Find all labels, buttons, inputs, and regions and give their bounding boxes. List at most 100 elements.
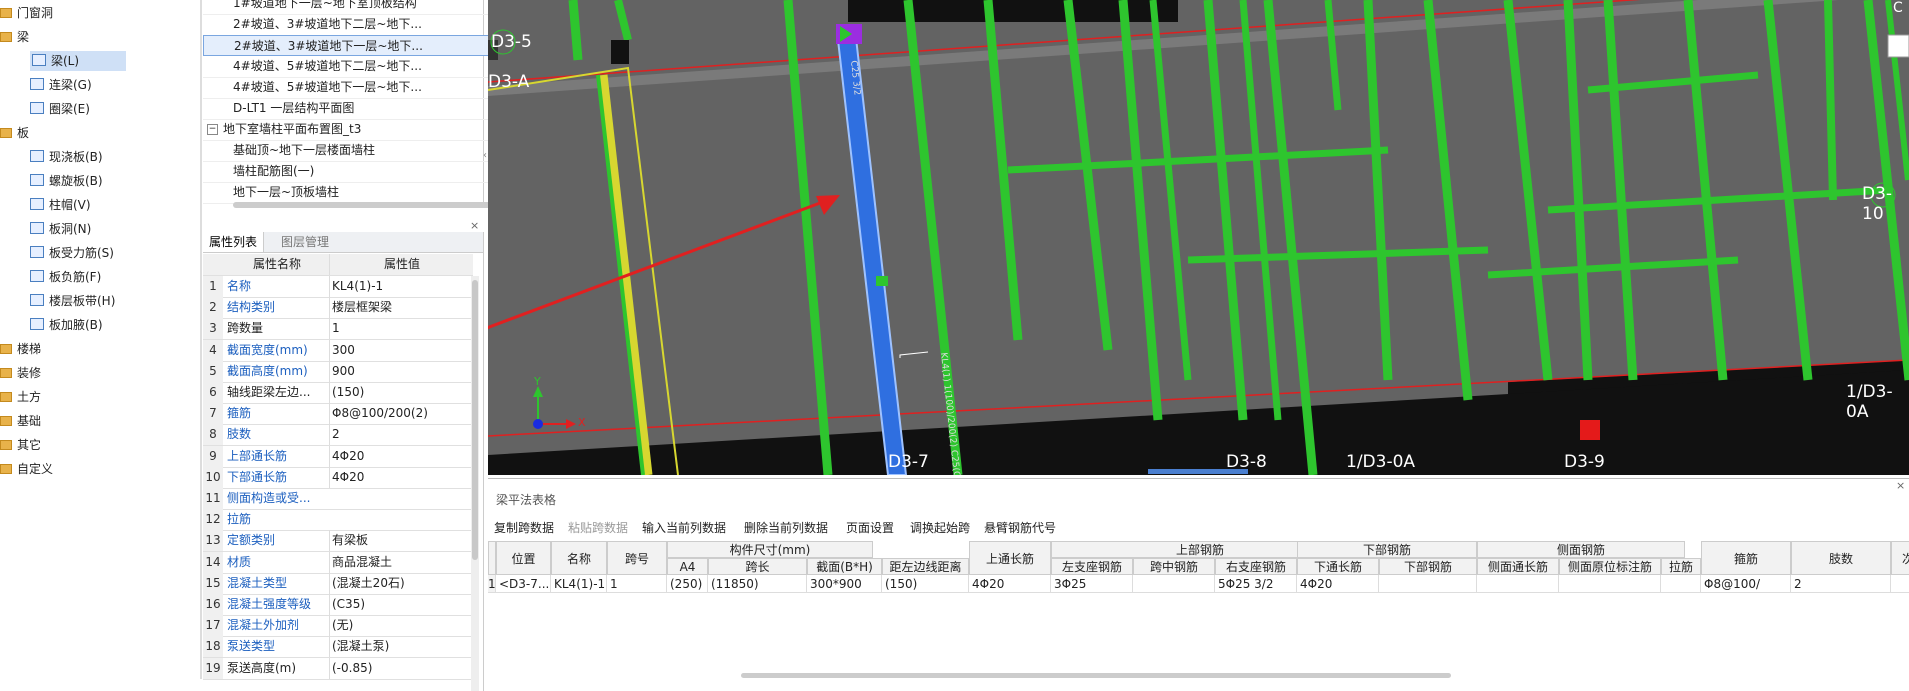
tree-folder[interactable]: 基础 [0,411,41,431]
cell-section[interactable]: 300*900 [807,575,882,593]
tree-item[interactable]: 梁(L) [30,51,126,71]
toolbar-button[interactable]: 删除当前列数据 [744,519,828,536]
property-value[interactable]: 1 [329,318,472,340]
toolbar-button[interactable]: 复制跨数据 [494,519,554,536]
toolbar-button[interactable]: 输入当前列数据 [642,519,726,536]
property-row[interactable]: 15 混凝土类型 (混凝土20石) [203,572,473,595]
property-row[interactable]: 18 泵送类型 (混凝土泵) [203,636,473,659]
tree-item[interactable]: 现浇板(B) [30,147,103,167]
property-value[interactable]: 4Φ20 [329,466,472,488]
toolbar-button[interactable]: 调换起始跨 [910,519,970,536]
property-row[interactable]: 10 下部通长筋 4Φ20 [203,466,473,489]
cell-mid[interactable] [1133,575,1215,593]
beam-table-close-icon[interactable]: × [1896,479,1905,492]
property-row[interactable]: 17 混凝土外加剂 (无) [203,615,473,638]
property-value[interactable]: KL4(1)-1 [329,276,472,297]
tree-item[interactable]: 板负筋(F) [30,267,101,287]
property-row[interactable]: 12 拉筋 [203,509,473,532]
cell-tie[interactable] [1661,575,1701,593]
tree-item[interactable]: 螺旋板(B) [30,171,103,191]
property-row[interactable]: 19 泵送高度(m) (-0.85) [203,657,473,680]
toolbar-button[interactable]: 粘贴跨数据 [568,519,628,536]
tree-folder[interactable]: 土方 [0,387,41,407]
tree-folder[interactable]: 自定义 [0,459,53,479]
cell-legs[interactable]: 2 [1791,575,1891,593]
property-value[interactable]: (混凝土泵) [329,636,472,658]
tree-item[interactable]: 板加腋(B) [30,315,103,335]
cell-sub-beam[interactable] [1891,575,1909,593]
property-scrollbar[interactable] [471,276,479,691]
tree-folder[interactable]: 其它 [0,435,41,455]
tree-folder[interactable]: 门窗洞 [0,3,53,23]
cell-edge-dist[interactable]: (150) [882,575,969,593]
cell-right-seat[interactable]: 5Φ25 3/2 [1215,575,1297,593]
row-number: 7 [203,403,223,425]
canvas-hscroll[interactable] [1148,469,1248,474]
collapse-toggle-icon[interactable]: − [207,124,218,135]
tree-item[interactable]: 柱帽(V) [30,195,91,215]
property-value[interactable]: (150) [329,382,472,403]
drawing-canvas[interactable]: C D3-5 D3-A D3-7 D3-8 1/D3-0A D3-9 D3-10… [488,0,1909,475]
cell-side-long[interactable] [1477,575,1559,593]
cell-left-seat[interactable]: 3Φ25 [1051,575,1133,593]
property-row[interactable]: 11 侧面构造或受... [203,488,473,510]
cell-a4[interactable]: (250) [667,575,708,593]
property-value[interactable]: 商品混凝土 [329,551,472,573]
toolbar-button[interactable]: 页面设置 [846,519,894,536]
tree-item[interactable]: 楼层板带(H) [30,291,115,311]
property-value[interactable]: 有梁板 [329,530,472,552]
tree-folder[interactable]: 楼梯 [0,339,41,359]
property-row[interactable]: 7 箍筋 Φ8@100/200(2) [203,403,473,426]
tab-layer-manage[interactable]: 图层管理 [275,232,335,252]
property-row[interactable]: 4 截面宽度(mm) 300 [203,339,473,362]
property-row[interactable]: 2 结构类别 楼层框架梁 [203,297,473,320]
property-value[interactable]: 楼层框架梁 [329,297,472,319]
tree-item[interactable]: 板受力筋(S) [30,243,114,263]
cell-span-len[interactable]: (11850) [708,575,807,593]
property-value[interactable]: 900 [329,360,472,382]
tree-item[interactable]: 连梁(G) [30,75,92,95]
property-value[interactable]: 4Φ20 [329,445,472,467]
property-value[interactable]: 300 [329,339,472,361]
cell-stirrup[interactable]: Φ8@100/ [1701,575,1791,593]
property-row[interactable]: 14 材质 商品混凝土 [203,551,473,574]
property-row[interactable]: 16 混凝土强度等级 (C35) [203,594,473,616]
cell-name[interactable]: KL4(1)-1 [551,575,607,593]
cell-side-orig[interactable] [1559,575,1661,593]
property-value[interactable]: Φ8@100/200(2) [329,403,472,425]
property-value[interactable]: (-0.85) [329,657,472,679]
tree-item[interactable]: 圈梁(E) [30,99,90,119]
cell-index[interactable]: 1 [488,575,496,593]
tree-folder[interactable]: 板 [0,123,29,143]
row-number: 1 [203,276,223,297]
property-value[interactable]: (C35) [329,594,472,615]
cell-bottom-long[interactable]: 4Φ20 [1297,575,1379,593]
tree-folder[interactable]: 梁 [0,27,29,47]
cell-bottom-bar[interactable] [1379,575,1477,593]
property-row[interactable]: 6 轴线距梁左边... (150) [203,382,473,404]
toolbar-button[interactable]: 悬臂钢筋代号 [984,519,1056,536]
property-row[interactable]: 5 截面高度(mm) 900 [203,360,473,383]
tree-folder[interactable]: 装修 [0,363,41,383]
property-row[interactable]: 3 跨数量 1 [203,318,473,341]
col-bottom-long: 下通长筋 [1297,558,1379,575]
beam-mid-grip[interactable] [876,276,888,286]
beam-table-hscrollbar[interactable] [741,673,1451,678]
cell-span[interactable]: 1 [607,575,667,593]
property-value[interactable]: 2 [329,424,472,446]
left-divider[interactable] [200,0,202,679]
property-row[interactable]: 8 肢数 2 [203,424,473,447]
tab-property-list[interactable]: 属性列表 [203,232,265,252]
cell-top-long[interactable]: 4Φ20 [969,575,1051,593]
panel-close-icon[interactable]: × [470,219,479,232]
row-number: 4 [203,339,223,361]
slab-rebar-icon [30,246,44,258]
property-value[interactable]: (混凝土20石) [329,572,472,594]
property-value[interactable]: (无) [329,615,472,637]
property-row[interactable]: 9 上部通长筋 4Φ20 [203,445,473,468]
canvas-svg[interactable]: C [488,0,1909,475]
tree-item[interactable]: 板洞(N) [30,219,91,239]
property-row[interactable]: 1 名称 KL4(1)-1 [203,276,473,298]
property-row[interactable]: 13 定额类别 有梁板 [203,530,473,553]
cell-position[interactable]: <D3-7... [496,575,551,593]
